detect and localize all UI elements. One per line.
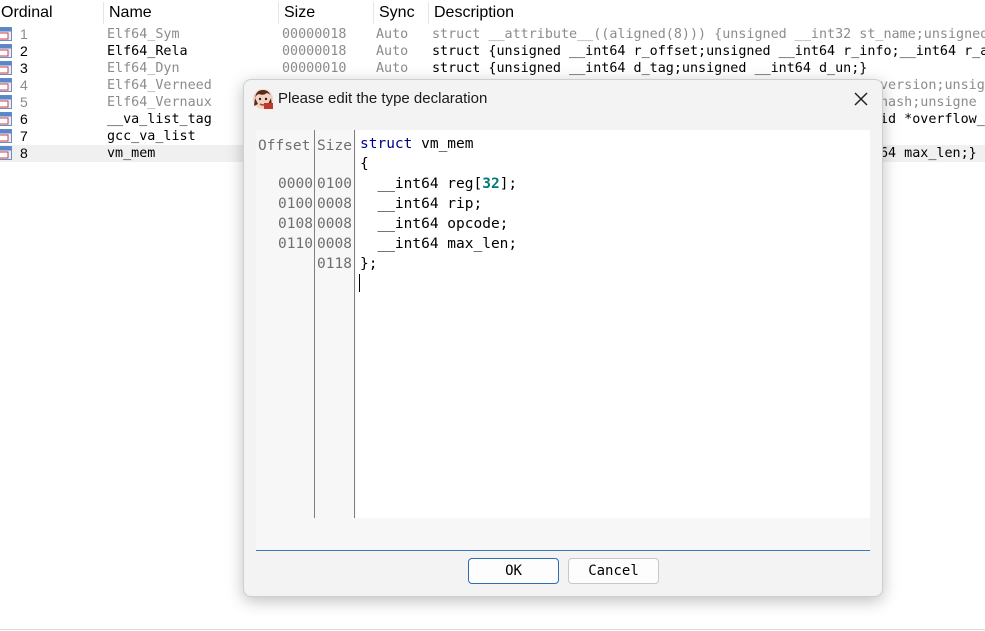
row-sync: Auto	[376, 27, 409, 42]
code-tail: ];	[499, 176, 518, 192]
table-row[interactable]: 1 Elf64_Sym 00000018 Auto struct __attribute…	[0, 26, 985, 43]
size-value: 0008	[317, 236, 352, 252]
code-text: __int64 reg[	[360, 176, 483, 192]
table-row[interactable]: 2 Elf64_Rela 00000018 Auto struct {unsigned …	[0, 43, 985, 60]
type-declaration-editor[interactable]: Offset Size struct vm_mem{0000 0100 __int…	[256, 130, 870, 551]
table-row[interactable]: 3 Elf64_Dyn 00000010 Auto struct {unsigned _…	[0, 60, 985, 77]
row-ordinal: 4	[20, 77, 28, 93]
gutter-divider	[314, 130, 315, 518]
code-keyword: struct	[360, 136, 413, 152]
row-description: struct {unsigned __int64 r_offset;unsign…	[432, 44, 985, 59]
column-header-sync[interactable]: Sync	[374, 0, 428, 26]
size-value: 0100	[317, 176, 352, 192]
text-caret	[359, 274, 360, 292]
offset-value: 0108	[278, 216, 313, 232]
code-text: __int64 opcode;	[360, 216, 509, 232]
row-description: id *overflow_	[880, 112, 985, 127]
divider	[0, 629, 985, 630]
size-value: 0008	[317, 196, 352, 212]
code-text: __int64 max_len;	[360, 236, 518, 252]
row-ordinal: 7	[20, 128, 28, 144]
row-name: Elf64_Rela	[107, 44, 188, 59]
struct-type-icon	[0, 129, 12, 143]
column-header-size[interactable]: Size	[279, 0, 373, 26]
ok-button[interactable]: OK	[468, 558, 559, 584]
code-line: struct vm_mem	[360, 134, 474, 154]
code-text: vm_mem	[412, 136, 474, 152]
edit-type-dialog: Please edit the type declaration Offset …	[243, 79, 883, 597]
struct-type-icon	[0, 78, 12, 92]
column-header-name[interactable]: Name	[104, 0, 278, 26]
row-ordinal: 5	[20, 94, 28, 110]
code-line: {	[360, 154, 369, 174]
row-size: 00000010	[282, 61, 347, 76]
offset-value: 0110	[278, 236, 313, 252]
code-line: __int64 opcode;	[360, 214, 508, 234]
row-description: version;unsig	[880, 78, 985, 93]
code-line: __int64 reg[32];	[360, 174, 517, 194]
row-ordinal: 1	[20, 26, 28, 42]
offset-value: 0000	[278, 176, 313, 192]
row-name: Elf64_Dyn	[107, 61, 180, 76]
row-ordinal: 3	[20, 60, 28, 76]
struct-type-icon	[0, 146, 12, 160]
column-header-ordinal[interactable]: Ordinal	[0, 0, 102, 26]
column-header-description[interactable]: Description	[429, 0, 985, 26]
struct-type-icon	[0, 44, 12, 58]
size-value: 0008	[317, 216, 352, 232]
row-description: struct __attribute__((aligned(8))) {unsi…	[432, 27, 985, 42]
size-value: 0118	[317, 256, 352, 272]
row-sync: Auto	[376, 44, 409, 59]
ida-app-icon	[253, 89, 273, 109]
struct-type-icon	[0, 95, 12, 109]
dialog-title: Please edit the type declaration	[278, 90, 488, 107]
code-line: __int64 rip;	[360, 194, 482, 214]
struct-type-icon	[0, 61, 12, 75]
code-text: __int64 rip;	[360, 196, 483, 212]
row-description: hash;unsigne	[880, 95, 977, 110]
row-description: struct {unsigned __int64 d_tag;unsigned …	[432, 61, 868, 76]
struct-type-icon	[0, 112, 12, 126]
offset-column-header: Offset	[258, 138, 311, 154]
row-size: 00000018	[282, 27, 347, 42]
cancel-button[interactable]: Cancel	[568, 558, 659, 584]
close-icon[interactable]	[850, 88, 872, 110]
code-text: };	[360, 256, 378, 272]
row-description: 64 max_len;}	[880, 146, 977, 161]
row-ordinal: 8	[20, 145, 28, 161]
row-ordinal: 2	[20, 43, 28, 59]
row-name: Elf64_Sym	[107, 27, 180, 42]
code-line: };	[360, 254, 377, 274]
size-column-header: Size	[317, 138, 352, 154]
code-divider	[354, 130, 355, 518]
row-size: 00000018	[282, 44, 347, 59]
row-ordinal: 6	[20, 111, 28, 127]
code-line: __int64 max_len;	[360, 234, 517, 254]
code-number: 32	[482, 176, 500, 192]
list-header: Ordinal Name Size Sync Description	[0, 0, 985, 26]
offset-value: 0100	[278, 196, 313, 212]
code-text: {	[360, 156, 369, 172]
struct-type-icon	[0, 27, 12, 41]
row-description	[880, 128, 985, 145]
row-sync: Auto	[376, 61, 409, 76]
